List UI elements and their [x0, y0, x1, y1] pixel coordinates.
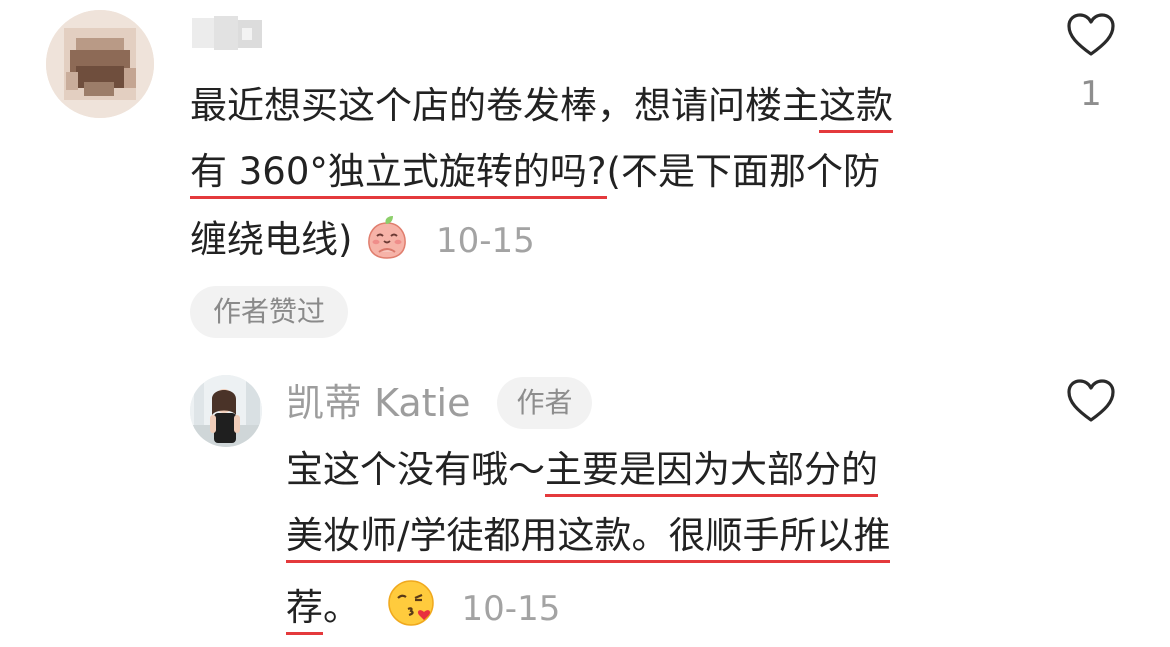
author-username[interactable]: 凯蒂 Katie — [286, 378, 470, 428]
heart-outline-icon[interactable] — [1066, 378, 1116, 424]
text-segment: 缠绕电线) — [190, 218, 353, 261]
heart-outline-icon[interactable] — [1066, 12, 1116, 58]
text-segment: 。 — [323, 586, 360, 629]
reply-text-line: 宝这个没有哦～主要是因为大部分的 — [286, 446, 878, 497]
comment-text-line: 有 360°独立式旋转的吗?(不是下面那个防 — [190, 148, 880, 199]
text-segment: 宝这个没有哦～ — [286, 448, 545, 491]
comment-timestamp: 10-15 — [435, 221, 535, 261]
comment-text-line: 缠绕电线) 10-15 — [190, 214, 535, 265]
author-badge: 作者 — [497, 377, 592, 429]
pixelated-avatar-image — [46, 10, 154, 118]
author-avatar-image — [190, 375, 262, 447]
underlined-text-segment: 这款 — [819, 84, 893, 133]
author-avatar[interactable] — [190, 375, 262, 447]
commenter-avatar[interactable] — [46, 10, 154, 118]
underlined-text-segment: 美妆师/学徒都用这款。很顺手所以推 — [286, 514, 891, 563]
text-segment: 最近想买这个店的卷发棒，想请问楼主 — [190, 84, 819, 127]
liked-by-author-tag: 作者赞过 — [190, 286, 348, 338]
underlined-text-segment: 主要是因为大部分的 — [545, 448, 878, 497]
peach-blush-emoji — [368, 216, 406, 259]
reply-text-line: 荐。 10-15 — [286, 578, 561, 635]
underlined-text-segment: 有 360°独立式旋转的吗? — [190, 150, 607, 199]
comment-text-line: 最近想买这个店的卷发棒，想请问楼主这款 — [190, 82, 893, 133]
reply-timestamp: 10-15 — [461, 589, 561, 629]
text-segment: (不是下面那个防 — [606, 150, 880, 193]
underlined-text-segment: 荐 — [286, 586, 323, 635]
commenter-username-blurred[interactable] — [192, 14, 272, 52]
reply-text-line: 美妆师/学徒都用这款。很顺手所以推 — [286, 512, 891, 563]
face-blowing-kiss-emoji — [388, 580, 434, 626]
like-count: 1 — [1080, 74, 1102, 114]
